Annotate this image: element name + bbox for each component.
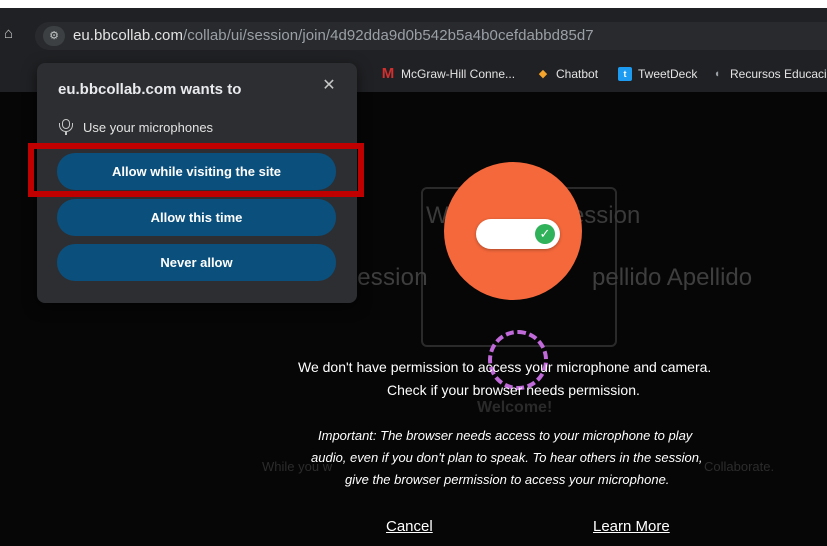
bookmark-label: Recursos Educacio xyxy=(730,67,827,81)
learn-more-link[interactable]: Learn More xyxy=(593,518,670,535)
important-note-line: give the browser permission to access yo… xyxy=(345,472,670,487)
background-info-text-right: Collaborate. xyxy=(704,459,775,474)
recursos-icon: ◖ xyxy=(713,68,721,80)
background-session-text: session xyxy=(345,264,428,291)
close-icon[interactable]: ✕ xyxy=(318,75,340,97)
home-icon[interactable]: ⌂ xyxy=(4,26,20,42)
bookmark-label: McGraw-Hill Conne... xyxy=(401,67,516,81)
address-bar[interactable]: ⚙ eu.bbcollab.com/collab/ui/session/join… xyxy=(35,22,827,50)
tab-strip xyxy=(0,0,827,8)
never-allow-button[interactable]: Never allow xyxy=(57,244,336,281)
url-path: /collab/ui/session/join/4d92dda9d0b542b5… xyxy=(182,27,594,44)
permission-request-row: Use your microphones xyxy=(59,119,213,135)
bookmark-recursos[interactable]: ◖ Recursos Educacio xyxy=(710,64,827,84)
permission-request-text: Use your microphones xyxy=(83,119,214,135)
important-note-line: audio, even if you don't plan to speak. … xyxy=(311,450,703,465)
site-info-icon[interactable]: ⚙ xyxy=(43,26,65,46)
cancel-link[interactable]: Cancel xyxy=(386,518,433,535)
allow-this-time-button[interactable]: Allow this time xyxy=(57,199,336,236)
permission-message: We don't have permission to access your … xyxy=(298,359,712,375)
permission-hint: Check if your browser needs permission. xyxy=(387,382,640,398)
url-text[interactable]: eu.bbcollab.com/collab/ui/session/join/4… xyxy=(73,27,594,44)
popup-title: eu.bbcollab.com wants to xyxy=(58,81,242,98)
bookmark-chatbot[interactable]: ◆ Chatbot xyxy=(536,64,598,84)
toggle-switch-graphic: ✓ xyxy=(476,219,560,249)
microphone-icon xyxy=(59,119,73,135)
bookmark-mcgraw-hill[interactable]: M McGraw-Hill Conne... xyxy=(381,64,515,84)
bookmark-tweetdeck[interactable]: t TweetDeck xyxy=(618,64,697,84)
bookmark-label: Chatbot xyxy=(556,67,599,81)
chatbot-icon: ◆ xyxy=(538,68,548,80)
permission-popup: eu.bbcollab.com wants to ✕ Use your micr… xyxy=(37,63,357,303)
check-icon: ✓ xyxy=(535,224,555,244)
bookmark-label: TweetDeck xyxy=(638,67,698,81)
twitter-bird-icon: t xyxy=(618,67,632,81)
important-note-line: Important: The browser needs access to y… xyxy=(318,428,693,443)
allow-while-visiting-button[interactable]: Allow while visiting the site xyxy=(57,153,336,190)
background-user-name: pellido Apellido xyxy=(592,264,753,291)
background-welcome-text: Welcome! xyxy=(477,399,553,416)
permission-illustration: ✓ xyxy=(444,162,582,300)
mcgraw-hill-icon: M xyxy=(381,65,395,82)
url-host: eu.bbcollab.com xyxy=(73,27,183,44)
